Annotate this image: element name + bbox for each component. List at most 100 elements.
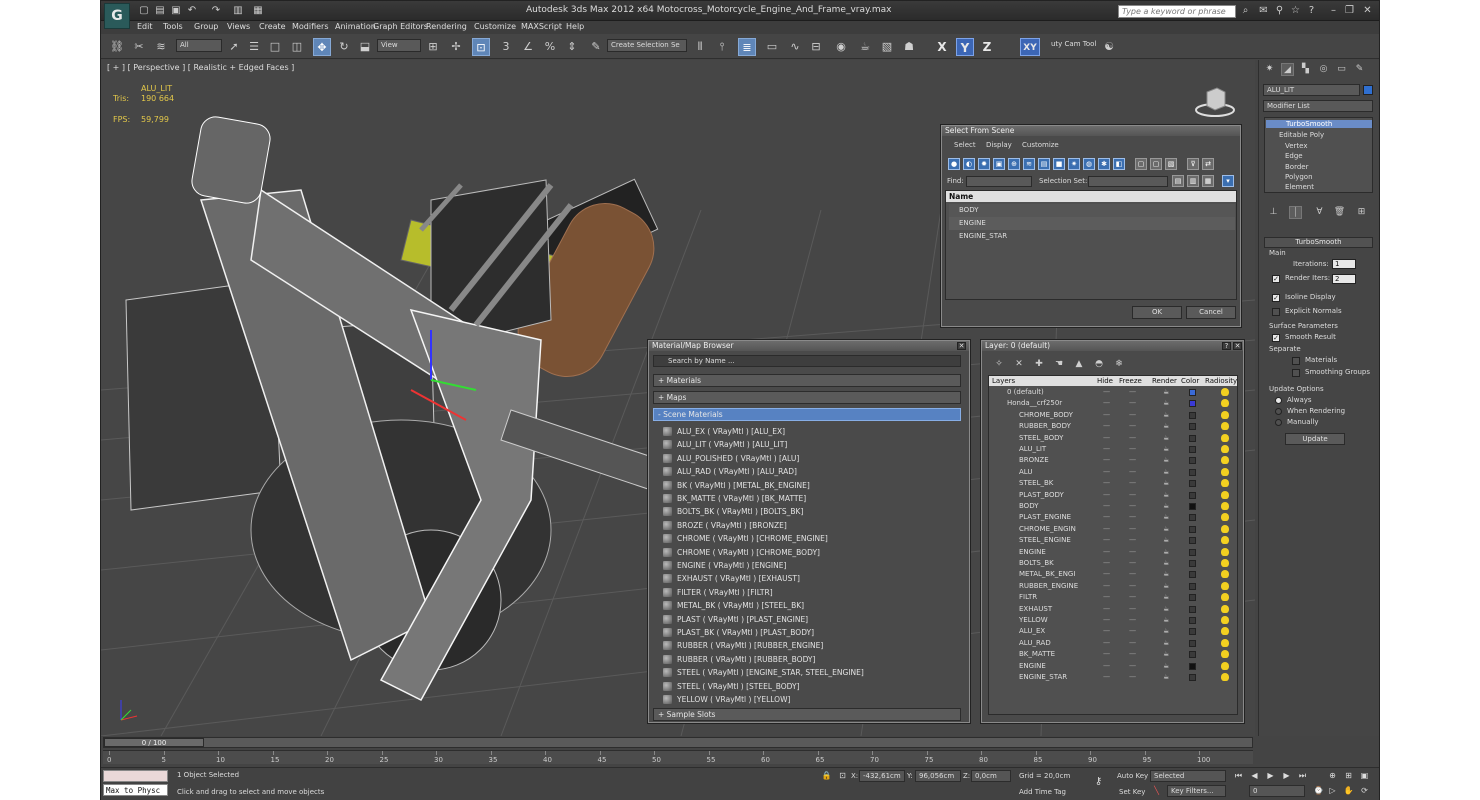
spinner-snap-icon[interactable]: ⇕: [563, 38, 581, 56]
layer-row[interactable]: PLAST_ENGINE ---- ---- ☕: [997, 512, 1234, 523]
menu-edit[interactable]: Edit: [137, 22, 153, 31]
layer-hide-toggle[interactable]: ----: [1103, 444, 1110, 455]
layer-radiosity-icon[interactable]: [1221, 627, 1229, 636]
layer-render-icon[interactable]: ☕: [1163, 535, 1169, 546]
sfs-sort-icon[interactable]: ▾: [1222, 175, 1234, 187]
goto-end-icon[interactable]: ⏭: [1297, 770, 1308, 781]
search-input[interactable]: Type a keyword or phrase: [1118, 5, 1236, 18]
layer-name[interactable]: EXHAUST: [1019, 604, 1052, 615]
layer-render-icon[interactable]: ☕: [1163, 638, 1169, 649]
pivot-center-icon[interactable]: ⊞: [424, 38, 442, 56]
sample-slots-section-header[interactable]: + Sample Slots: [653, 708, 961, 721]
layer-radiosity-icon[interactable]: [1221, 479, 1229, 488]
layer-freeze-toggle[interactable]: ----: [1129, 672, 1136, 683]
sfs-select-none-icon[interactable]: ▥: [1187, 175, 1199, 187]
layer-freeze-toggle[interactable]: ----: [1129, 569, 1136, 580]
remove-modifier-icon[interactable]: 🗑: [1333, 206, 1346, 219]
layer-color-swatch[interactable]: [1189, 628, 1196, 636]
layer-render-icon[interactable]: ☕: [1163, 547, 1169, 558]
layer-freeze-toggle[interactable]: ----: [1129, 433, 1136, 444]
track-bar[interactable]: 0 5 10 15 20 25 30 35 40 45 50 55 60 65 70 75 80 85 90 95 10…: [103, 750, 1253, 764]
ok-button[interactable]: OK: [1132, 306, 1182, 319]
layer-color-swatch[interactable]: [1189, 537, 1196, 545]
create-tab-icon[interactable]: ✷: [1263, 63, 1276, 76]
hold-icon[interactable]: ▥: [231, 4, 245, 17]
delete-layer-icon[interactable]: ✕: [1010, 355, 1028, 373]
layer-render-icon[interactable]: ☕: [1163, 467, 1169, 478]
layer-hide-toggle[interactable]: ----: [1103, 410, 1110, 421]
layer-hide-toggle[interactable]: ----: [1103, 421, 1110, 432]
layer-hide-toggle[interactable]: ----: [1103, 501, 1110, 512]
layer-freeze-toggle[interactable]: ----: [1129, 558, 1136, 569]
layer-render-icon[interactable]: ☕: [1163, 672, 1169, 683]
layer-row[interactable]: Honda__crf250r ---- ---- ☕: [997, 398, 1234, 409]
layer-freeze-toggle[interactable]: ----: [1129, 410, 1136, 421]
layer-hide-toggle[interactable]: ----: [1103, 604, 1110, 615]
menu-customize[interactable]: Customize: [474, 22, 516, 31]
layer-row[interactable]: METAL_BK_ENGI ---- ---- ☕: [997, 569, 1234, 580]
stack-item-border[interactable]: Border: [1285, 163, 1308, 171]
layer-render-icon[interactable]: ☕: [1163, 581, 1169, 592]
key-mode-dropdown[interactable]: Selected: [1150, 770, 1226, 782]
snaps-toggle-icon[interactable]: 3: [497, 38, 515, 56]
select-from-scene-title[interactable]: Select From Scene: [942, 126, 1240, 136]
layer-render-icon[interactable]: ☕: [1163, 615, 1169, 626]
next-frame-icon[interactable]: ▶: [1281, 770, 1292, 781]
open-icon[interactable]: ▤: [153, 4, 167, 17]
time-configuration-icon[interactable]: ⌚: [1313, 785, 1324, 796]
menu-animation[interactable]: Animation: [335, 22, 376, 31]
auto-key-button[interactable]: Auto Key: [1117, 772, 1148, 780]
layer-row[interactable]: ALU ---- ---- ☕: [997, 467, 1234, 478]
layer-color-swatch[interactable]: [1189, 491, 1196, 499]
layer-hide-toggle[interactable]: ----: [1103, 398, 1110, 409]
iterations-spinner[interactable]: 1: [1332, 259, 1356, 269]
zoom-extents-icon[interactable]: ▣: [1359, 770, 1370, 781]
select-in-layer-icon[interactable]: ☚: [1050, 355, 1068, 373]
layer-render-icon[interactable]: ☕: [1163, 421, 1169, 432]
layer-hide-toggle[interactable]: ----: [1103, 478, 1110, 489]
motion-tab-icon[interactable]: ◎: [1317, 63, 1330, 76]
layer-name[interactable]: CHROME_BODY: [1019, 410, 1073, 421]
layer-hide-toggle[interactable]: ----: [1103, 512, 1110, 523]
layer-name[interactable]: ENGINE: [1019, 547, 1046, 558]
layer-hide-toggle[interactable]: ----: [1103, 649, 1110, 660]
layer-color-swatch[interactable]: [1189, 411, 1196, 419]
layer-color-swatch[interactable]: [1189, 389, 1196, 396]
layer-hide-toggle[interactable]: ----: [1103, 661, 1110, 672]
layer-freeze-toggle[interactable]: ----: [1129, 512, 1136, 523]
layer-freeze-toggle[interactable]: ----: [1129, 581, 1136, 592]
display-groups-icon[interactable]: ▤: [1038, 158, 1050, 170]
link-icon[interactable]: ⛓: [108, 38, 126, 56]
menu-views[interactable]: Views: [227, 22, 250, 31]
stack-item-polygon[interactable]: Polygon: [1285, 173, 1313, 181]
display-frozen-icon[interactable]: ✱: [1098, 158, 1110, 170]
layer-name[interactable]: ALU_RAD: [1019, 638, 1051, 649]
viewport-label[interactable]: [ + ] [ Perspective ] [ Realistic + Edge…: [107, 63, 294, 72]
previous-frame-icon[interactable]: ◀: [1249, 770, 1260, 781]
scene-material-item[interactable]: BOLTS_BK ( VRayMtl ) [BOLTS_BK]: [663, 505, 803, 518]
layer-name[interactable]: ALU_LIT: [1019, 444, 1046, 455]
bind-spacewarp-icon[interactable]: ≋: [152, 38, 170, 56]
layer-render-icon[interactable]: ☕: [1163, 455, 1169, 466]
add-time-tag[interactable]: Add Time Tag: [1019, 788, 1066, 796]
select-scale-icon[interactable]: ⬓: [356, 38, 374, 56]
stack-item-editable-poly[interactable]: Editable Poly: [1279, 131, 1324, 139]
redo-icon[interactable]: ↷: [209, 4, 223, 17]
layer-name[interactable]: ALU: [1019, 467, 1032, 478]
maxscript-mini-listener[interactable]: [103, 770, 168, 782]
scene-material-item[interactable]: ALU_RAD ( VRayMtl ) [ALU_RAD]: [663, 465, 797, 478]
object-row-body[interactable]: BODY: [949, 204, 1235, 217]
isoline-display-checkbox[interactable]: ✓: [1272, 294, 1280, 302]
display-shapes-icon[interactable]: ◐: [963, 158, 975, 170]
axis-constraint-x[interactable]: X: [933, 38, 951, 56]
maximize-icon[interactable]: ❐: [1343, 4, 1356, 17]
help-icon[interactable]: ?: [1305, 4, 1318, 17]
layer-radiosity-icon[interactable]: [1221, 410, 1229, 419]
configure-modifier-sets-icon[interactable]: ⊞: [1355, 206, 1368, 219]
material-search-input[interactable]: Search by Name ...: [653, 355, 961, 367]
graphite-ribbon-icon[interactable]: ▭: [763, 38, 781, 56]
layer-radiosity-icon[interactable]: [1221, 467, 1229, 476]
key-filters-button[interactable]: Key Filters...: [1167, 785, 1226, 797]
object-color-swatch[interactable]: [1363, 85, 1373, 95]
display-xrefs-icon[interactable]: ■: [1053, 158, 1065, 170]
